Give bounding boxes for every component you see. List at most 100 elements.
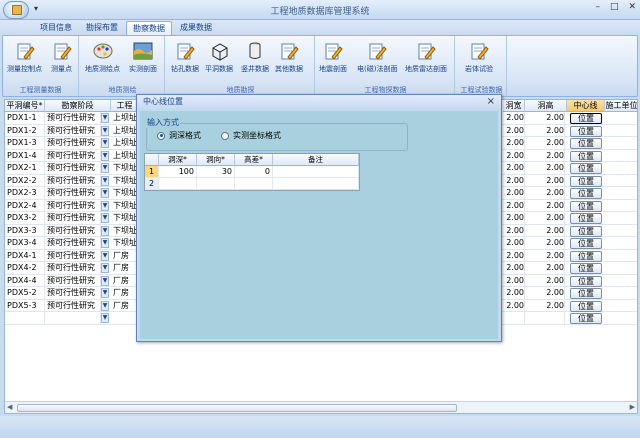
tab-exploration-layout[interactable]: 勘探布置 xyxy=(80,21,124,35)
scroll-thumb[interactable] xyxy=(17,404,457,412)
cell-width[interactable]: 2.00 xyxy=(505,249,525,262)
geo-mapping-point-button[interactable]: 地质测绘点 xyxy=(85,41,120,74)
cell-stage[interactable]: 预可行性研究 xyxy=(47,112,101,124)
cell-width[interactable]: 2.00 xyxy=(505,262,525,274)
position-button[interactable]: 位置 xyxy=(570,225,602,237)
survey-control-point-button[interactable]: 测量控制点 xyxy=(7,41,42,74)
adit-data-button[interactable]: 平洞数据 xyxy=(205,41,233,74)
cell-adit-id[interactable] xyxy=(7,312,45,324)
cell-stage[interactable]: 预可行性研究 xyxy=(47,262,101,274)
col-header-height[interactable]: 洞高 xyxy=(525,100,567,112)
cell-height[interactable]: 2.00 xyxy=(527,237,565,249)
cell-height[interactable]: 2.00 xyxy=(527,112,565,124)
stage-dropdown-icon[interactable]: ▼ xyxy=(101,300,109,311)
grid-header-height-diff[interactable]: 高差* xyxy=(235,154,273,166)
cell-height[interactable]: 2.00 xyxy=(527,162,565,174)
grid-header-direction[interactable]: 洞向* xyxy=(197,154,235,166)
col-header-stage[interactable]: 勘察阶段 xyxy=(45,100,111,112)
cell-adit-id[interactable]: PDX5-3 xyxy=(7,299,45,312)
cell-stage[interactable]: 预可行性研究 xyxy=(47,187,101,199)
cell-width[interactable]: 2.00 xyxy=(505,174,525,187)
cell-width[interactable]: 2.00 xyxy=(505,224,525,237)
col-header-width[interactable]: 洞宽 xyxy=(503,100,525,112)
stage-dropdown-icon[interactable]: ▼ xyxy=(101,188,109,198)
other-data-button[interactable]: 其他数据 xyxy=(275,41,303,74)
minimize-button[interactable]: – xyxy=(595,2,600,12)
cell-height[interactable]: 2.00 xyxy=(527,124,565,137)
measured-section-button[interactable]: 实测剖面 xyxy=(129,41,157,74)
scroll-left-icon[interactable]: ◀ xyxy=(7,403,12,411)
electric-section-button[interactable]: 电(磁)法剖面 xyxy=(357,41,397,74)
cell-height[interactable]: 2.00 xyxy=(527,212,565,224)
stage-dropdown-icon[interactable]: ▼ xyxy=(101,263,109,273)
grid-cell-direction[interactable] xyxy=(197,178,235,190)
cell-width[interactable]: 2.00 xyxy=(505,237,525,249)
stage-dropdown-icon[interactable]: ▼ xyxy=(101,113,109,123)
cell-adit-id[interactable]: PDX4-4 xyxy=(7,274,45,287)
cell-height[interactable]: 2.00 xyxy=(527,137,565,149)
radar-section-button[interactable]: 地质雷达剖面 xyxy=(405,41,447,74)
cell-width[interactable]: 2.00 xyxy=(505,299,525,312)
cell-adit-id[interactable]: PDX2-3 xyxy=(7,187,45,199)
tab-result-data[interactable]: 成果数据 xyxy=(174,21,218,35)
stage-dropdown-icon[interactable]: ▼ xyxy=(101,163,109,173)
col-header-centerline[interactable]: 中心线 xyxy=(567,100,605,112)
cell-adit-id[interactable]: PDX1-3 xyxy=(7,137,45,149)
cell-width[interactable] xyxy=(505,312,525,324)
cell-width[interactable]: 2.00 xyxy=(505,112,525,124)
position-button[interactable]: 位置 xyxy=(570,113,602,124)
grid-header-note[interactable]: 备注 xyxy=(273,154,359,166)
cell-height[interactable]: 2.00 xyxy=(527,199,565,212)
cell-adit-id[interactable]: PDX2-2 xyxy=(7,174,45,187)
grid-header-depth[interactable]: 洞深* xyxy=(159,154,197,166)
cell-adit-id[interactable]: PDX3-4 xyxy=(7,237,45,249)
stage-dropdown-icon[interactable]: ▼ xyxy=(101,213,109,223)
cell-width[interactable]: 2.00 xyxy=(505,199,525,212)
cell-stage[interactable]: 预可行性研究 xyxy=(47,212,101,224)
cell-height[interactable]: 2.00 xyxy=(527,262,565,274)
cell-stage[interactable]: 预可行性研究 xyxy=(47,274,101,287)
cell-width[interactable]: 2.00 xyxy=(505,212,525,224)
cell-adit-id[interactable]: PDX1-2 xyxy=(7,124,45,137)
cell-adit-id[interactable]: PDX3-2 xyxy=(7,212,45,224)
stage-dropdown-icon[interactable]: ▼ xyxy=(101,138,109,148)
cell-height[interactable]: 2.00 xyxy=(527,249,565,262)
cell-width[interactable]: 2.00 xyxy=(505,162,525,174)
cell-stage[interactable]: 预可行性研究 xyxy=(47,124,101,137)
position-button[interactable]: 位置 xyxy=(570,263,602,274)
position-button[interactable]: 位置 xyxy=(570,188,602,199)
cell-height[interactable]: 2.00 xyxy=(527,187,565,199)
col-header-project[interactable]: 工程 xyxy=(111,100,139,112)
position-button[interactable]: 位置 xyxy=(570,213,602,224)
seismic-section-button[interactable]: 地震剖面 xyxy=(319,41,347,74)
grid-cell-depth[interactable]: 100 xyxy=(159,166,197,178)
cell-width[interactable]: 2.00 xyxy=(505,149,525,162)
radio-depth-format[interactable]: 洞深格式 xyxy=(157,130,201,141)
stage-dropdown-icon[interactable]: ▼ xyxy=(101,225,109,236)
cell-width[interactable]: 2.00 xyxy=(505,124,525,137)
cell-height[interactable]: 2.00 xyxy=(527,287,565,299)
dialog-close-icon[interactable]: × xyxy=(487,96,495,107)
tab-project-info[interactable]: 项目信息 xyxy=(34,21,78,35)
cell-stage[interactable]: 预可行性研究 xyxy=(47,299,101,312)
stage-dropdown-icon[interactable]: ▼ xyxy=(101,175,109,186)
cell-height[interactable]: 2.00 xyxy=(527,299,565,312)
position-button[interactable]: 位置 xyxy=(570,250,602,262)
position-button[interactable]: 位置 xyxy=(570,200,602,212)
stage-dropdown-icon[interactable]: ▼ xyxy=(101,250,109,261)
cell-adit-id[interactable]: PDX1-4 xyxy=(7,149,45,162)
stage-dropdown-icon[interactable]: ▼ xyxy=(101,200,109,211)
position-button[interactable]: 位置 xyxy=(570,175,602,187)
stage-dropdown-icon[interactable]: ▼ xyxy=(101,150,109,161)
position-button[interactable]: 位置 xyxy=(570,163,602,174)
cell-adit-id[interactable]: PDX4-1 xyxy=(7,249,45,262)
tab-survey-data[interactable]: 勘察数据 xyxy=(126,21,172,35)
cell-height[interactable]: 2.00 xyxy=(527,274,565,287)
borehole-data-button[interactable]: 钻孔数据 xyxy=(171,41,199,74)
cell-stage[interactable]: 预可行性研究 xyxy=(47,237,101,249)
cell-adit-id[interactable]: PDX2-1 xyxy=(7,162,45,174)
col-header-adit-id[interactable]: 平洞编号* xyxy=(5,100,45,112)
cell-stage[interactable]: 预可行性研究 xyxy=(47,174,101,187)
cell-width[interactable]: 2.00 xyxy=(505,274,525,287)
cell-height[interactable]: 2.00 xyxy=(527,174,565,187)
